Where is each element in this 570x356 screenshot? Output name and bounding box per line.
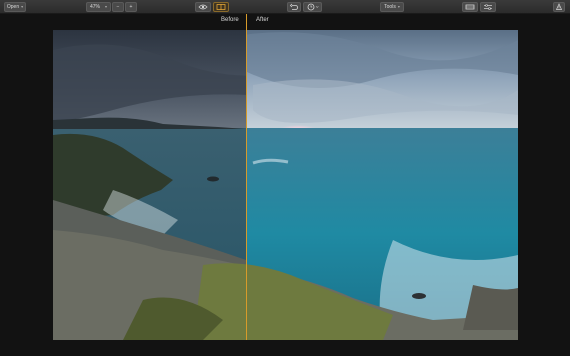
split-view-button[interactable] <box>213 2 229 12</box>
zoom-value: 47% <box>90 4 101 10</box>
landscape-photo <box>53 30 518 340</box>
split-view-icon <box>216 4 226 10</box>
after-label: After <box>256 17 269 23</box>
zoom-out-button[interactable]: − <box>112 2 124 12</box>
eye-icon <box>198 4 208 10</box>
chevron-down-icon: ▾ <box>397 4 400 9</box>
history-button[interactable] <box>303 2 322 12</box>
compare-label-strip: Before After <box>0 14 570 30</box>
adjustments-button[interactable] <box>480 2 496 12</box>
zoom-select[interactable]: 47% ▾ <box>86 2 111 12</box>
share-icon <box>555 3 563 10</box>
open-button-label: Open <box>6 4 20 10</box>
image-compare-view[interactable] <box>53 30 518 340</box>
chevron-down-icon: ▾ <box>21 4 24 9</box>
share-button[interactable] <box>553 2 565 12</box>
zoom-in-icon: + <box>129 4 133 10</box>
presets-button[interactable] <box>462 2 478 12</box>
undo-button[interactable] <box>287 2 301 12</box>
adjustments-icon <box>484 4 492 10</box>
preview-toggle-button[interactable] <box>195 2 211 12</box>
history-icon <box>307 3 319 11</box>
zoom-in-button[interactable]: + <box>125 2 137 12</box>
zoom-out-icon: − <box>116 4 120 10</box>
top-toolbar: Open ▾ 47% ▾ − + Tools ▾ <box>0 0 570 14</box>
before-label: Before <box>221 17 239 23</box>
undo-icon <box>289 3 298 10</box>
tools-button-label: Tools <box>384 4 396 10</box>
chevron-down-icon: ▾ <box>105 4 108 9</box>
presets-icon <box>465 4 475 10</box>
open-button[interactable]: Open ▾ <box>4 2 26 12</box>
split-divider-handle[interactable] <box>246 14 247 340</box>
tools-button[interactable]: Tools ▾ <box>380 2 404 12</box>
